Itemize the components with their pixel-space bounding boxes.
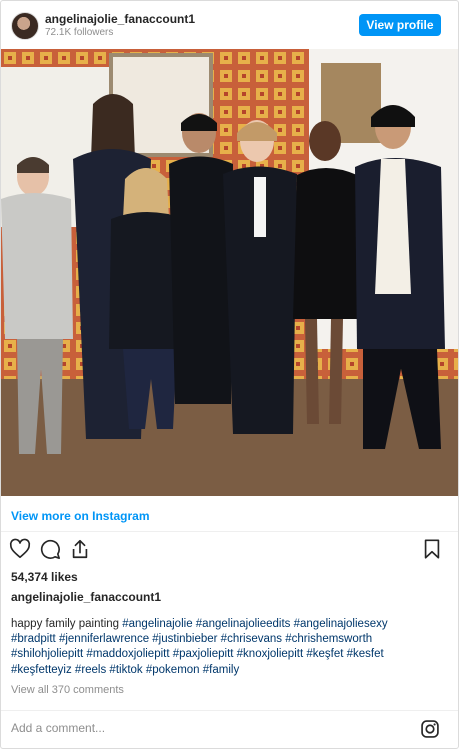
avatar[interactable] — [11, 12, 39, 40]
divider — [1, 531, 458, 532]
follower-count: 72.1K followers — [45, 27, 114, 38]
view-profile-button[interactable]: View profile — [359, 14, 441, 36]
post-header: angelinajolie_fanaccount1 72.1K follower… — [1, 1, 458, 47]
add-comment-input[interactable]: Add a comment... — [11, 721, 105, 735]
like-count[interactable]: 54,374 likes — [11, 570, 78, 584]
comment-bar: Add a comment... — [1, 710, 458, 749]
caption-username[interactable]: angelinajolie_fanaccount1 — [11, 590, 161, 604]
post-photo[interactable] — [1, 49, 458, 496]
heart-icon[interactable] — [9, 538, 31, 560]
bookmark-icon[interactable] — [421, 538, 443, 560]
view-more-link[interactable]: View more on Instagram — [11, 509, 150, 523]
action-bar — [1, 538, 458, 564]
post-caption: happy family painting #angelinajolie #an… — [11, 617, 431, 678]
instagram-icon[interactable] — [420, 719, 440, 739]
instagram-embed-card: angelinajolie_fanaccount1 72.1K follower… — [0, 0, 459, 749]
share-icon[interactable] — [69, 538, 91, 560]
username[interactable]: angelinajolie_fanaccount1 — [45, 12, 195, 26]
family-photo-image — [1, 49, 458, 496]
caption-text: happy family painting — [11, 618, 120, 630]
view-all-comments-link[interactable]: View all 370 comments — [11, 684, 124, 696]
comment-icon[interactable] — [39, 538, 61, 560]
